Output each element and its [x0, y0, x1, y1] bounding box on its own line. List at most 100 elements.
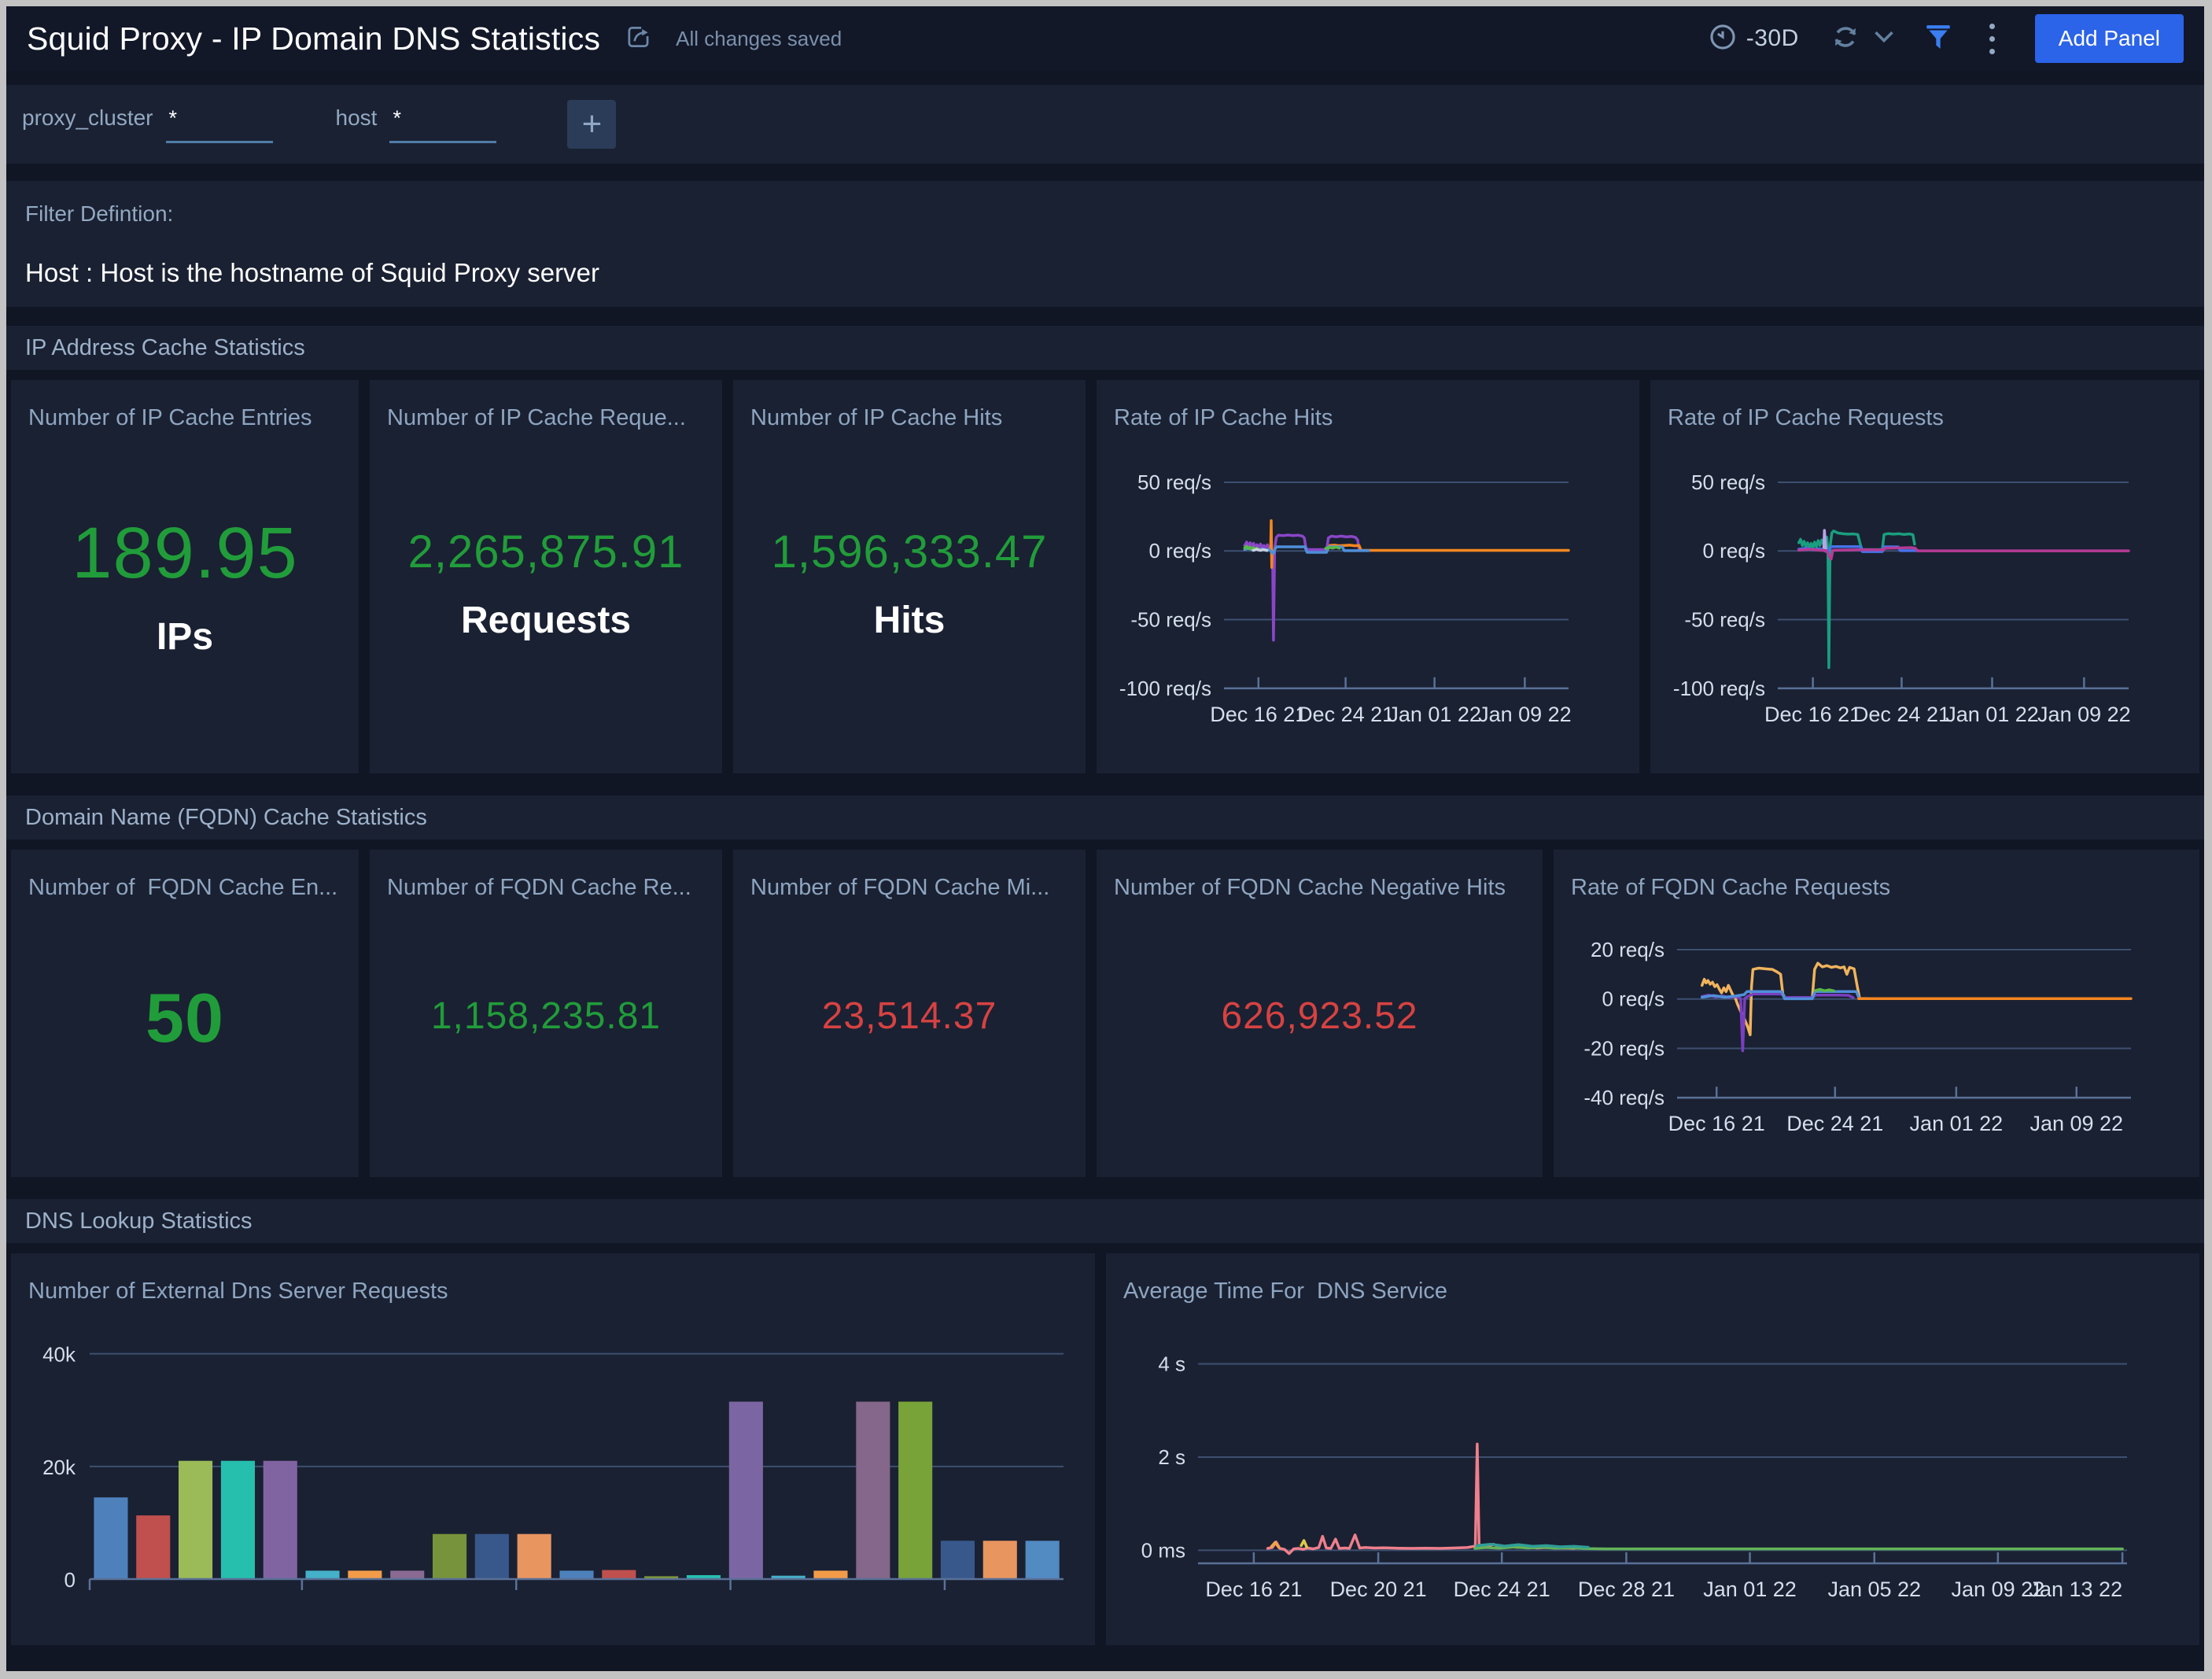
- stat-value: 50: [11, 978, 359, 1058]
- row-fqdn-cache: Number of FQDN Cache En... 50 Number of …: [6, 850, 2204, 1177]
- svg-text:20k: 20k: [42, 1456, 76, 1479]
- svg-text:0: 0: [65, 1568, 76, 1592]
- svg-text:Dec 16 21: Dec 16 21: [1205, 1578, 1302, 1601]
- panel-title: Number of FQDN Cache En...: [28, 875, 341, 901]
- svg-text:Dec 28 21: Dec 28 21: [1578, 1578, 1675, 1601]
- filter-label: host: [336, 105, 378, 131]
- svg-text:-40 req/s: -40 req/s: [1583, 1086, 1665, 1109]
- svg-text:Jan 01 22: Jan 01 22: [1910, 1112, 2004, 1135]
- svg-text:4 s: 4 s: [1158, 1352, 1185, 1376]
- panel-fqdn-cache-negative-hits: Number of FQDN Cache Negative Hits 626,9…: [1097, 850, 1543, 1177]
- stat-unit: Hits: [733, 599, 1086, 642]
- panel-title: Number of FQDN Cache Mi...: [750, 875, 1068, 901]
- svg-text:40k: 40k: [42, 1343, 76, 1367]
- panel-rate-ip-cache-hits: Rate of IP Cache Hits 50 req/s0 req/s-50…: [1097, 380, 1639, 773]
- filter-definition-body: Host : Host is the hostname of Squid Pro…: [25, 258, 2185, 288]
- svg-text:0 req/s: 0 req/s: [1149, 539, 1212, 563]
- row-dns-lookup: Number of External Dns Server Requests 4…: [6, 1253, 2204, 1645]
- panel-fqdn-cache-requests: Number of FQDN Cache Re... 1,158,235.81: [370, 850, 722, 1177]
- panel-title: Number of IP Cache Entries: [28, 405, 341, 431]
- stat-unit: IPs: [11, 615, 359, 659]
- svg-text:-50 req/s: -50 req/s: [1130, 608, 1211, 632]
- panel-fqdn-cache-misses: Number of FQDN Cache Mi... 23,514.37: [733, 850, 1086, 1177]
- svg-text:Dec 16 21: Dec 16 21: [1764, 703, 1861, 726]
- filter-funnel-icon: [1925, 23, 1952, 55]
- panel-ip-cache-entries: Number of IP Cache Entries 189.95 IPs: [11, 380, 359, 773]
- panel-title: Number of FQDN Cache Re...: [387, 875, 705, 901]
- svg-text:Jan 01 22: Jan 01 22: [1388, 703, 1481, 726]
- svg-text:Dec 16 21: Dec 16 21: [1668, 1112, 1765, 1135]
- panel-title: Rate of IP Cache Hits: [1114, 405, 1622, 431]
- panel-title: Rate of IP Cache Requests: [1668, 405, 2182, 431]
- host-input[interactable]: *: [389, 106, 496, 143]
- filter-field-host: host *: [336, 105, 497, 143]
- svg-text:Dec 24 21: Dec 24 21: [1786, 1112, 1883, 1135]
- header-bar: Squid Proxy - IP Domain DNS Statistics A…: [6, 6, 2204, 71]
- filter-definition-heading: Filter Defintion:: [25, 201, 2185, 227]
- avg-time-dns-service-chart[interactable]: 4 s2 s0 msDec 16 21Dec 20 21Dec 24 21Dec…: [1123, 1308, 2182, 1631]
- panel-title: Number of FQDN Cache Negative Hits: [1114, 875, 1525, 901]
- svg-text:Jan 13 22: Jan 13 22: [2029, 1578, 2122, 1601]
- time-range-value: -30D: [1746, 25, 1799, 52]
- filter-button[interactable]: [1925, 23, 1952, 55]
- stat-unit: Requests: [370, 599, 722, 642]
- panel-title: Number of External Dns Server Requests: [28, 1279, 1078, 1304]
- section-title-ip: IP Address Cache Statistics: [6, 326, 2204, 370]
- section-title-dns: DNS Lookup Statistics: [6, 1199, 2204, 1243]
- svg-text:Dec 16 21: Dec 16 21: [1210, 703, 1307, 726]
- filter-label: proxy_cluster: [22, 105, 153, 131]
- svg-text:Jan 09 22: Jan 09 22: [2030, 1112, 2123, 1135]
- dashboard-root: Squid Proxy - IP Domain DNS Statistics A…: [6, 6, 2204, 1671]
- stat-value: 626,923.52: [1097, 994, 1543, 1038]
- add-panel-button[interactable]: Add Panel: [2035, 14, 2184, 63]
- share-icon: [624, 22, 654, 56]
- rate-ip-cache-hits-chart[interactable]: 50 req/s0 req/s-50 req/s-100 req/sDec 16…: [1114, 434, 1622, 759]
- svg-text:20 req/s: 20 req/s: [1591, 938, 1665, 961]
- time-range-button[interactable]: -30D: [1709, 23, 1799, 55]
- panel-external-dns-requests: Number of External Dns Server Requests 4…: [11, 1253, 1095, 1645]
- proxy-cluster-input[interactable]: *: [166, 106, 273, 143]
- stat-value: 189.95: [11, 512, 359, 595]
- svg-text:Dec 24 21: Dec 24 21: [1454, 1578, 1550, 1601]
- rate-fqdn-cache-requests-chart[interactable]: 20 req/s 0 req/s -20 req/s -40 req/sDec 16 …: [1571, 904, 2182, 1163]
- external-dns-requests-chart[interactable]: 40k 20k 0: [28, 1308, 1078, 1631]
- panel-title: Rate of FQDN Cache Requests: [1571, 875, 2182, 901]
- svg-text:0 req/s: 0 req/s: [1602, 987, 1665, 1011]
- svg-text:Jan 09 22: Jan 09 22: [1478, 703, 1572, 726]
- clock-icon: [1709, 23, 1737, 55]
- panel-ip-cache-requests: Number of IP Cache Reque... 2,265,875.91…: [370, 380, 722, 773]
- stat-value: 23,514.37: [733, 994, 1086, 1038]
- refresh-options-button[interactable]: [1873, 29, 1895, 49]
- svg-text:-20 req/s: -20 req/s: [1583, 1036, 1665, 1060]
- svg-text:Jan 01 22: Jan 01 22: [1703, 1578, 1797, 1601]
- add-filter-button[interactable]: +: [567, 100, 616, 149]
- row-ip-cache: Number of IP Cache Entries 189.95 IPs Nu…: [6, 380, 2204, 773]
- svg-text:Jan 05 22: Jan 05 22: [1827, 1578, 1921, 1601]
- panel-title: Number of IP Cache Reque...: [387, 405, 705, 431]
- svg-text:Dec 20 21: Dec 20 21: [1330, 1578, 1427, 1601]
- panel-title: Average Time For DNS Service: [1123, 1279, 2182, 1304]
- svg-text:-100 req/s: -100 req/s: [1119, 677, 1211, 700]
- saved-status: All changes saved: [676, 27, 842, 51]
- kebab-menu-icon[interactable]: [1983, 19, 2002, 58]
- stat-value: 2,265,875.91: [370, 526, 722, 578]
- svg-text:Jan 09 22: Jan 09 22: [2037, 703, 2131, 726]
- panel-title: Number of IP Cache Hits: [750, 405, 1068, 431]
- refresh-button[interactable]: [1829, 20, 1862, 57]
- svg-text:2 s: 2 s: [1158, 1445, 1185, 1469]
- stat-value: 1,596,333.47: [733, 526, 1086, 578]
- panel-rate-ip-cache-requests: Rate of IP Cache Requests 50 req/s 0 req/…: [1650, 380, 2199, 773]
- svg-text:Dec 24 21: Dec 24 21: [1297, 703, 1394, 726]
- stat-value: 1,158,235.81: [370, 994, 722, 1038]
- section-title-fqdn: Domain Name (FQDN) Cache Statistics: [6, 795, 2204, 840]
- share-button[interactable]: [624, 22, 654, 56]
- panel-fqdn-cache-entries: Number of FQDN Cache En... 50: [11, 850, 359, 1177]
- svg-text:0 req/s: 0 req/s: [1703, 539, 1766, 563]
- panel-avg-time-dns-service: Average Time For DNS Service 4 s2 s0 msD…: [1106, 1253, 2199, 1645]
- chevron-down-icon: [1873, 29, 1895, 49]
- svg-text:50 req/s: 50 req/s: [1691, 470, 1765, 494]
- svg-text:Jan 01 22: Jan 01 22: [1945, 703, 2039, 726]
- rate-ip-cache-requests-chart[interactable]: 50 req/s0 req/s-50 req/s-100 req/sDec 16…: [1668, 434, 2182, 759]
- page-title: Squid Proxy - IP Domain DNS Statistics: [27, 20, 600, 57]
- filter-definition-panel: Filter Defintion: Host : Host is the hos…: [6, 181, 2204, 307]
